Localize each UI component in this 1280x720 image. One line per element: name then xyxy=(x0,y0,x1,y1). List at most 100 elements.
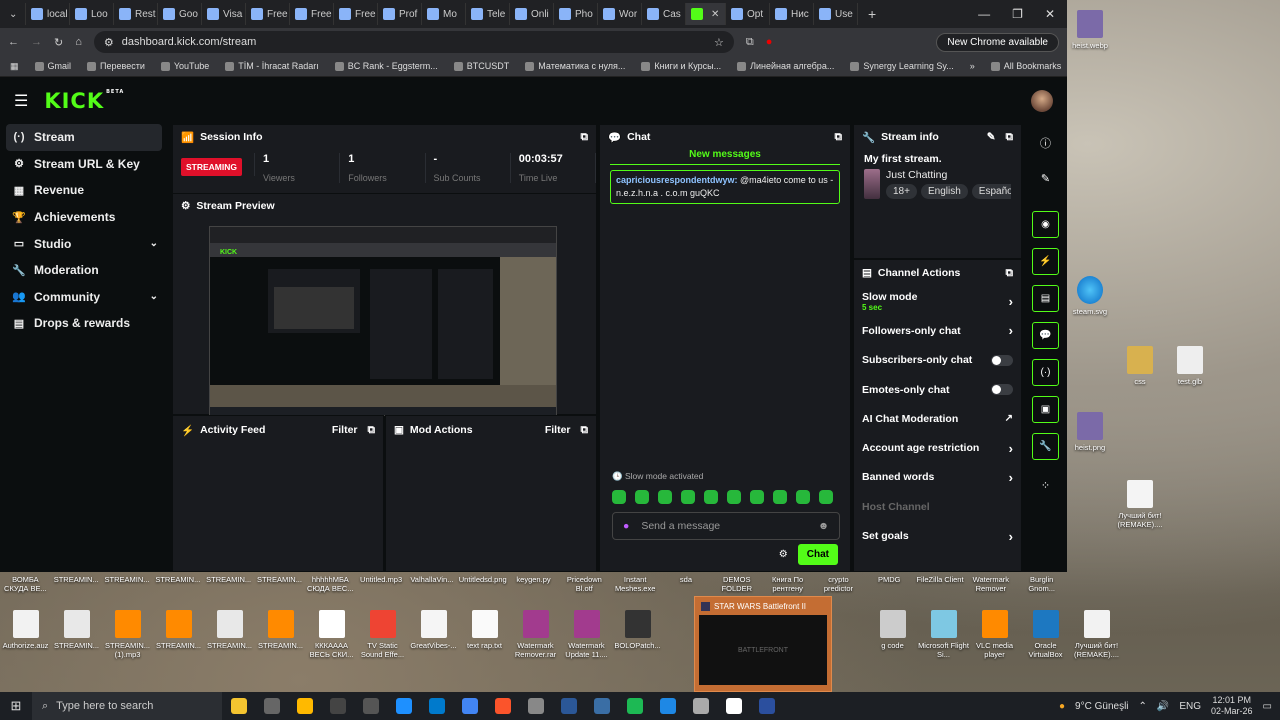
back-icon[interactable]: ← xyxy=(8,36,19,48)
desktop-icon-label[interactable]: PMDG xyxy=(864,575,915,599)
emote[interactable] xyxy=(773,490,787,504)
desktop-icon[interactable]: g code xyxy=(867,610,918,650)
sidebar-item-moderation[interactable]: 🔧 Moderation xyxy=(0,257,170,284)
bookmark-item[interactable]: BC Rank - Eggsterm... xyxy=(334,61,438,71)
add-widget-icon[interactable]: ⁘ xyxy=(1032,472,1059,499)
taskbar-app-icon[interactable] xyxy=(750,698,783,714)
channel-action-account-age-restriction[interactable]: Account age restriction › xyxy=(854,433,1021,462)
browser-tab[interactable]: Cas xyxy=(642,3,686,25)
taskbar-app-icon[interactable] xyxy=(288,698,321,714)
wrench-tool-icon[interactable]: 🔧 xyxy=(1032,433,1059,460)
taskbar-app-icon[interactable] xyxy=(486,698,519,714)
desktop-icon-label[interactable]: ВОМБА СКУДА ВЕ... xyxy=(0,575,51,599)
sidebar-item-stream-url-key[interactable]: ⚙ Stream URL & Key xyxy=(0,151,170,178)
browser-tab[interactable]: Loo xyxy=(70,3,114,25)
info-circle-icon[interactable]: ⓘ xyxy=(1032,129,1059,156)
emote[interactable] xyxy=(796,490,810,504)
bookmark-item[interactable]: YouTube xyxy=(160,61,209,71)
browser-tab[interactable]: Prof xyxy=(378,3,422,25)
mod-filter-button[interactable]: Filter xyxy=(545,424,571,436)
clock[interactable]: 12:01 PM 02-Mar-26 xyxy=(1211,695,1253,717)
taskbar-app-icon[interactable] xyxy=(354,698,387,714)
browser-tab[interactable]: Free xyxy=(290,3,334,25)
profile-icon[interactable]: ● xyxy=(766,36,773,48)
emote[interactable] xyxy=(727,490,741,504)
bookmark-item[interactable]: Перевести xyxy=(87,61,145,71)
desktop-icon[interactable]: STREAMIN... xyxy=(255,610,306,650)
browser-tab[interactable]: ✕ xyxy=(686,3,726,25)
apps-icon[interactable]: ▦ xyxy=(10,61,19,72)
stream-tag[interactable]: 18+ xyxy=(886,184,917,199)
desktop-icon[interactable]: heist.png xyxy=(1063,412,1117,452)
popout-icon[interactable]: ⧉ xyxy=(1006,267,1014,280)
taskbar-app-icon[interactable] xyxy=(519,698,552,714)
desktop-icon-label[interactable]: Instant Meshes.exe xyxy=(610,575,661,599)
desktop-icon[interactable]: Watermark Update 11.... xyxy=(561,610,612,659)
popout-icon[interactable]: ⧉ xyxy=(581,131,589,144)
menu-icon[interactable]: ☰ xyxy=(14,91,28,111)
desktop-icon[interactable]: GreatVibes-... xyxy=(408,610,459,650)
taskbar-app-icon[interactable] xyxy=(321,698,354,714)
desktop-icon[interactable]: test.glb xyxy=(1163,346,1217,386)
browser-tab[interactable]: Free xyxy=(334,3,378,25)
desktop-icon[interactable]: Лучший бит! (REMAKE).... xyxy=(1071,610,1122,659)
notifications-icon[interactable]: ▭ xyxy=(1263,701,1272,712)
browser-tab[interactable]: Tele xyxy=(466,3,510,25)
channel-action-ai-chat-moderation[interactable]: AI Chat Moderation ↗ xyxy=(854,404,1021,433)
all-bookmarks[interactable]: All Bookmarks xyxy=(990,61,1061,71)
sidebar-item-drops-rewards[interactable]: ▤ Drops & rewards xyxy=(0,310,170,337)
desktop-icon-label[interactable]: keygen.py xyxy=(508,575,559,599)
desktop-icon[interactable]: heist.webp xyxy=(1063,10,1117,50)
emote[interactable] xyxy=(750,490,764,504)
weather-icon[interactable]: ● xyxy=(1059,701,1065,712)
new-tab-button[interactable]: + xyxy=(858,6,886,22)
tab-close-icon[interactable]: ✕ xyxy=(711,9,719,20)
sidebar-item-studio[interactable]: ▭ Studio ⌄ xyxy=(0,230,170,257)
taskbar-app-icon[interactable] xyxy=(618,698,651,714)
site-info-icon[interactable]: ⚙ xyxy=(104,36,114,49)
reload-icon[interactable]: ↻ xyxy=(54,36,63,49)
desktop-icon-label[interactable]: STREAMIN... xyxy=(51,575,102,599)
desktop-icon[interactable]: STREAMIN... (1).mp3 xyxy=(102,610,153,659)
browser-tab[interactable]: Wor xyxy=(598,3,642,25)
channel-action-slow-mode[interactable]: Slow mode 5 sec › xyxy=(854,287,1021,316)
desktop-icon[interactable]: Oracle VirtualBox xyxy=(1020,610,1071,659)
desktop-icon[interactable]: steam.svg xyxy=(1063,276,1117,316)
sidebar-item-stream[interactable]: (·) Stream xyxy=(6,124,162,151)
popout-icon[interactable]: ⧉ xyxy=(368,424,376,437)
browser-tab[interactable]: Mo xyxy=(422,3,466,25)
bookmark-star-icon[interactable]: ☆ xyxy=(714,36,724,49)
desktop-icon[interactable]: Лучший бит! (REMAKE).... xyxy=(1113,480,1167,529)
chat-tool-icon[interactable]: 💬 xyxy=(1032,322,1059,349)
chat-send-button[interactable]: Chat xyxy=(797,544,838,565)
user-avatar[interactable] xyxy=(1031,89,1053,112)
url-field[interactable]: ⚙ dashboard.kick.com/stream ☆ xyxy=(93,31,734,53)
desktop-icon-label[interactable]: STREAMIN... xyxy=(152,575,203,599)
camera-tool-icon[interactable]: ◉ xyxy=(1032,211,1059,238)
taskbar-app-icon[interactable] xyxy=(222,698,255,714)
taskbar-app-icon[interactable] xyxy=(453,698,486,714)
stream-tag[interactable]: English xyxy=(920,184,968,199)
browser-tab[interactable]: local xyxy=(26,3,70,25)
taskbar-app-icon[interactable] xyxy=(717,698,750,714)
desktop-icon-label[interactable]: ValhallaVin... xyxy=(407,575,458,599)
stream-tag[interactable]: Españo xyxy=(971,184,1011,199)
taskbar-app-icon[interactable] xyxy=(585,698,618,714)
home-icon[interactable]: ⌂ xyxy=(75,36,82,48)
desktop-icon-label[interactable]: FileZilla Client xyxy=(915,575,966,599)
more-bookmarks-icon[interactable]: » xyxy=(970,61,975,71)
language-indicator[interactable]: ENG xyxy=(1179,701,1201,712)
browser-tab[interactable]: Use xyxy=(814,3,858,25)
taskbar-thumbnail-preview[interactable]: STAR WARS Battlefront II BATTLEFRONT xyxy=(694,596,832,692)
chat-settings-icon[interactable]: ⚙ xyxy=(779,549,788,560)
browser-tab[interactable]: Goo xyxy=(158,3,202,25)
notes-tool-icon[interactable]: ▤ xyxy=(1032,285,1059,312)
desktop-icon[interactable]: Microsoft Flight Si... xyxy=(918,610,969,659)
chat-message[interactable]: capriciousrespondentdwyw: @ma4ieto come … xyxy=(610,170,840,204)
forward-icon[interactable]: → xyxy=(31,36,42,48)
taskbar-app-icon[interactable] xyxy=(255,698,288,714)
desktop-icon[interactable]: STREAMIN... xyxy=(51,610,102,650)
activity-filter-button[interactable]: Filter xyxy=(332,424,358,436)
taskbar-search[interactable]: ⌕ Type here to search xyxy=(32,692,222,720)
channel-action-banned-words[interactable]: Banned words › xyxy=(854,463,1021,492)
